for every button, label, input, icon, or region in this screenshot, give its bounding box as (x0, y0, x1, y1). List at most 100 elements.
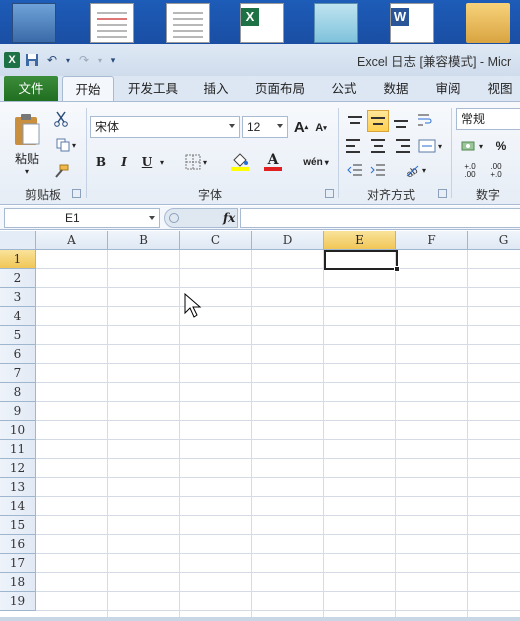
excel-app-icon[interactable]: X (4, 52, 20, 68)
column-header-d[interactable]: D (252, 231, 324, 250)
resize-handle-icon[interactable] (169, 213, 179, 223)
tab-insert[interactable]: 插入 (196, 76, 236, 102)
tab-home[interactable]: 开始 (62, 76, 114, 102)
row-header-7[interactable]: 7 (0, 364, 36, 383)
font-size-value: 12 (247, 120, 261, 134)
computer-icon[interactable] (12, 3, 56, 43)
row-header-1[interactable]: 1 (0, 250, 36, 269)
tab-view[interactable]: 视图 (480, 76, 520, 102)
row-header-4[interactable]: 4 (0, 307, 36, 326)
align-middle-icon[interactable] (367, 110, 389, 132)
tab-file[interactable]: 文件 (4, 76, 58, 102)
accounting-format-button[interactable]: ▾ (458, 136, 486, 156)
align-bottom-icon[interactable] (392, 110, 410, 130)
insert-function-icon[interactable]: fx (223, 211, 235, 225)
row-header-8[interactable]: 8 (0, 383, 36, 402)
font-size-combo[interactable]: 12 (242, 116, 288, 138)
folder-icon[interactable] (466, 3, 510, 43)
grid-horizontal-line (36, 553, 520, 554)
row-header-15[interactable]: 15 (0, 516, 36, 535)
redo-dropdown-icon[interactable]: ▾ (96, 52, 104, 68)
font-dialog-launcher-icon[interactable] (325, 189, 334, 198)
save-icon[interactable] (24, 52, 40, 68)
grid-horizontal-line (36, 401, 520, 402)
row-header-3[interactable]: 3 (0, 288, 36, 307)
grid-horizontal-line (36, 534, 520, 535)
decrease-indent-icon[interactable] (346, 160, 364, 180)
alignment-dialog-launcher-icon[interactable] (438, 189, 447, 198)
wrap-text-icon[interactable] (415, 110, 435, 130)
percent-style-button[interactable]: % (492, 136, 510, 156)
italic-button[interactable]: I (115, 152, 133, 172)
undo-icon[interactable]: ↶ (44, 52, 60, 68)
increase-decimal-button[interactable]: +.0 .00 (458, 160, 482, 182)
underline-dropdown-icon[interactable]: ▾ (157, 152, 167, 172)
row-header-18[interactable]: 18 (0, 573, 36, 592)
underline-button[interactable]: U (138, 152, 156, 172)
tab-page-layout[interactable]: 页面布局 (246, 76, 314, 102)
tab-developer[interactable]: 开发工具 (118, 76, 188, 102)
tab-formulas[interactable]: 公式 (324, 76, 364, 102)
border-button[interactable]: ▾ (182, 152, 210, 172)
column-header-f[interactable]: F (396, 231, 468, 250)
document-thumbnail-icon[interactable] (90, 3, 134, 43)
align-right-icon[interactable] (392, 136, 410, 156)
row-header-12[interactable]: 12 (0, 459, 36, 478)
currency-icon (461, 141, 475, 151)
bold-button[interactable]: B (92, 152, 110, 172)
column-header-a[interactable]: A (36, 231, 108, 250)
paste-button[interactable]: 粘贴 ▾ (8, 106, 46, 182)
worksheet-grid[interactable]: ABCDEFG 1 2 3 4 5 6 7 8 9 10 11 12 13 14 15 16 17 18 19 (0, 231, 520, 621)
row-header-16[interactable]: 16 (0, 535, 36, 554)
grow-font-button[interactable]: A ▴ (292, 116, 310, 138)
formula-input[interactable] (240, 208, 520, 228)
tab-review[interactable]: 审阅 (428, 76, 468, 102)
font-color-button[interactable]: A (258, 150, 288, 174)
column-header-c[interactable]: C (180, 231, 252, 250)
name-box[interactable]: E1 (4, 208, 160, 228)
row-header-19[interactable]: 19 (0, 592, 36, 611)
undo-dropdown-icon[interactable]: ▾ (64, 52, 72, 68)
merge-center-button[interactable]: ▾ (415, 136, 445, 156)
image-file-icon[interactable] (314, 3, 358, 43)
column-header-b[interactable]: B (108, 231, 180, 250)
row-header-17[interactable]: 17 (0, 554, 36, 573)
row-header-10[interactable]: 10 (0, 421, 36, 440)
fill-color-button[interactable] (224, 150, 256, 174)
decrease-decimal-button[interactable]: .00 +.0 (484, 160, 508, 182)
row-header-13[interactable]: 13 (0, 478, 36, 497)
document-thumbnail-icon[interactable] (166, 3, 210, 43)
phonetic-guide-button[interactable]: wén ▾ (300, 150, 332, 174)
grid-horizontal-line (36, 572, 520, 573)
redo-icon[interactable]: ↷ (76, 52, 92, 68)
row-header-14[interactable]: 14 (0, 497, 36, 516)
customize-qat-icon[interactable]: ▾ (108, 52, 118, 68)
select-all-corner[interactable] (0, 231, 36, 250)
tab-data[interactable]: 数据 (376, 76, 416, 102)
format-painter-brush-icon[interactable] (52, 162, 70, 180)
column-header-g[interactable]: G (468, 231, 520, 250)
clipboard-dialog-launcher-icon[interactable] (72, 189, 81, 198)
grid-horizontal-line (36, 382, 520, 383)
copy-icon[interactable]: ▾ (52, 136, 80, 154)
row-header-9[interactable]: 9 (0, 402, 36, 421)
align-top-icon[interactable] (346, 110, 364, 130)
shrink-font-button[interactable]: A ▾ (313, 118, 329, 138)
column-header-e[interactable]: E (324, 231, 396, 250)
row-header-11[interactable]: 11 (0, 440, 36, 459)
row-header-2[interactable]: 2 (0, 269, 36, 288)
excel-file-icon[interactable]: X (240, 3, 284, 43)
increase-indent-icon[interactable] (369, 160, 387, 180)
word-file-icon[interactable]: W (390, 3, 434, 43)
cut-scissors-icon[interactable] (52, 110, 70, 128)
formula-bar: E1 fx (0, 206, 520, 230)
font-name-combo[interactable]: 宋体 (90, 116, 240, 138)
row-header-6[interactable]: 6 (0, 345, 36, 364)
align-left-icon[interactable] (346, 136, 364, 156)
number-format-combo[interactable]: 常规 (456, 108, 520, 130)
row-header-5[interactable]: 5 (0, 326, 36, 345)
orientation-button[interactable]: ab ▾ (400, 160, 430, 180)
active-cell-e1[interactable] (324, 250, 398, 270)
fill-handle[interactable] (394, 266, 400, 272)
align-center-icon[interactable] (369, 136, 387, 156)
